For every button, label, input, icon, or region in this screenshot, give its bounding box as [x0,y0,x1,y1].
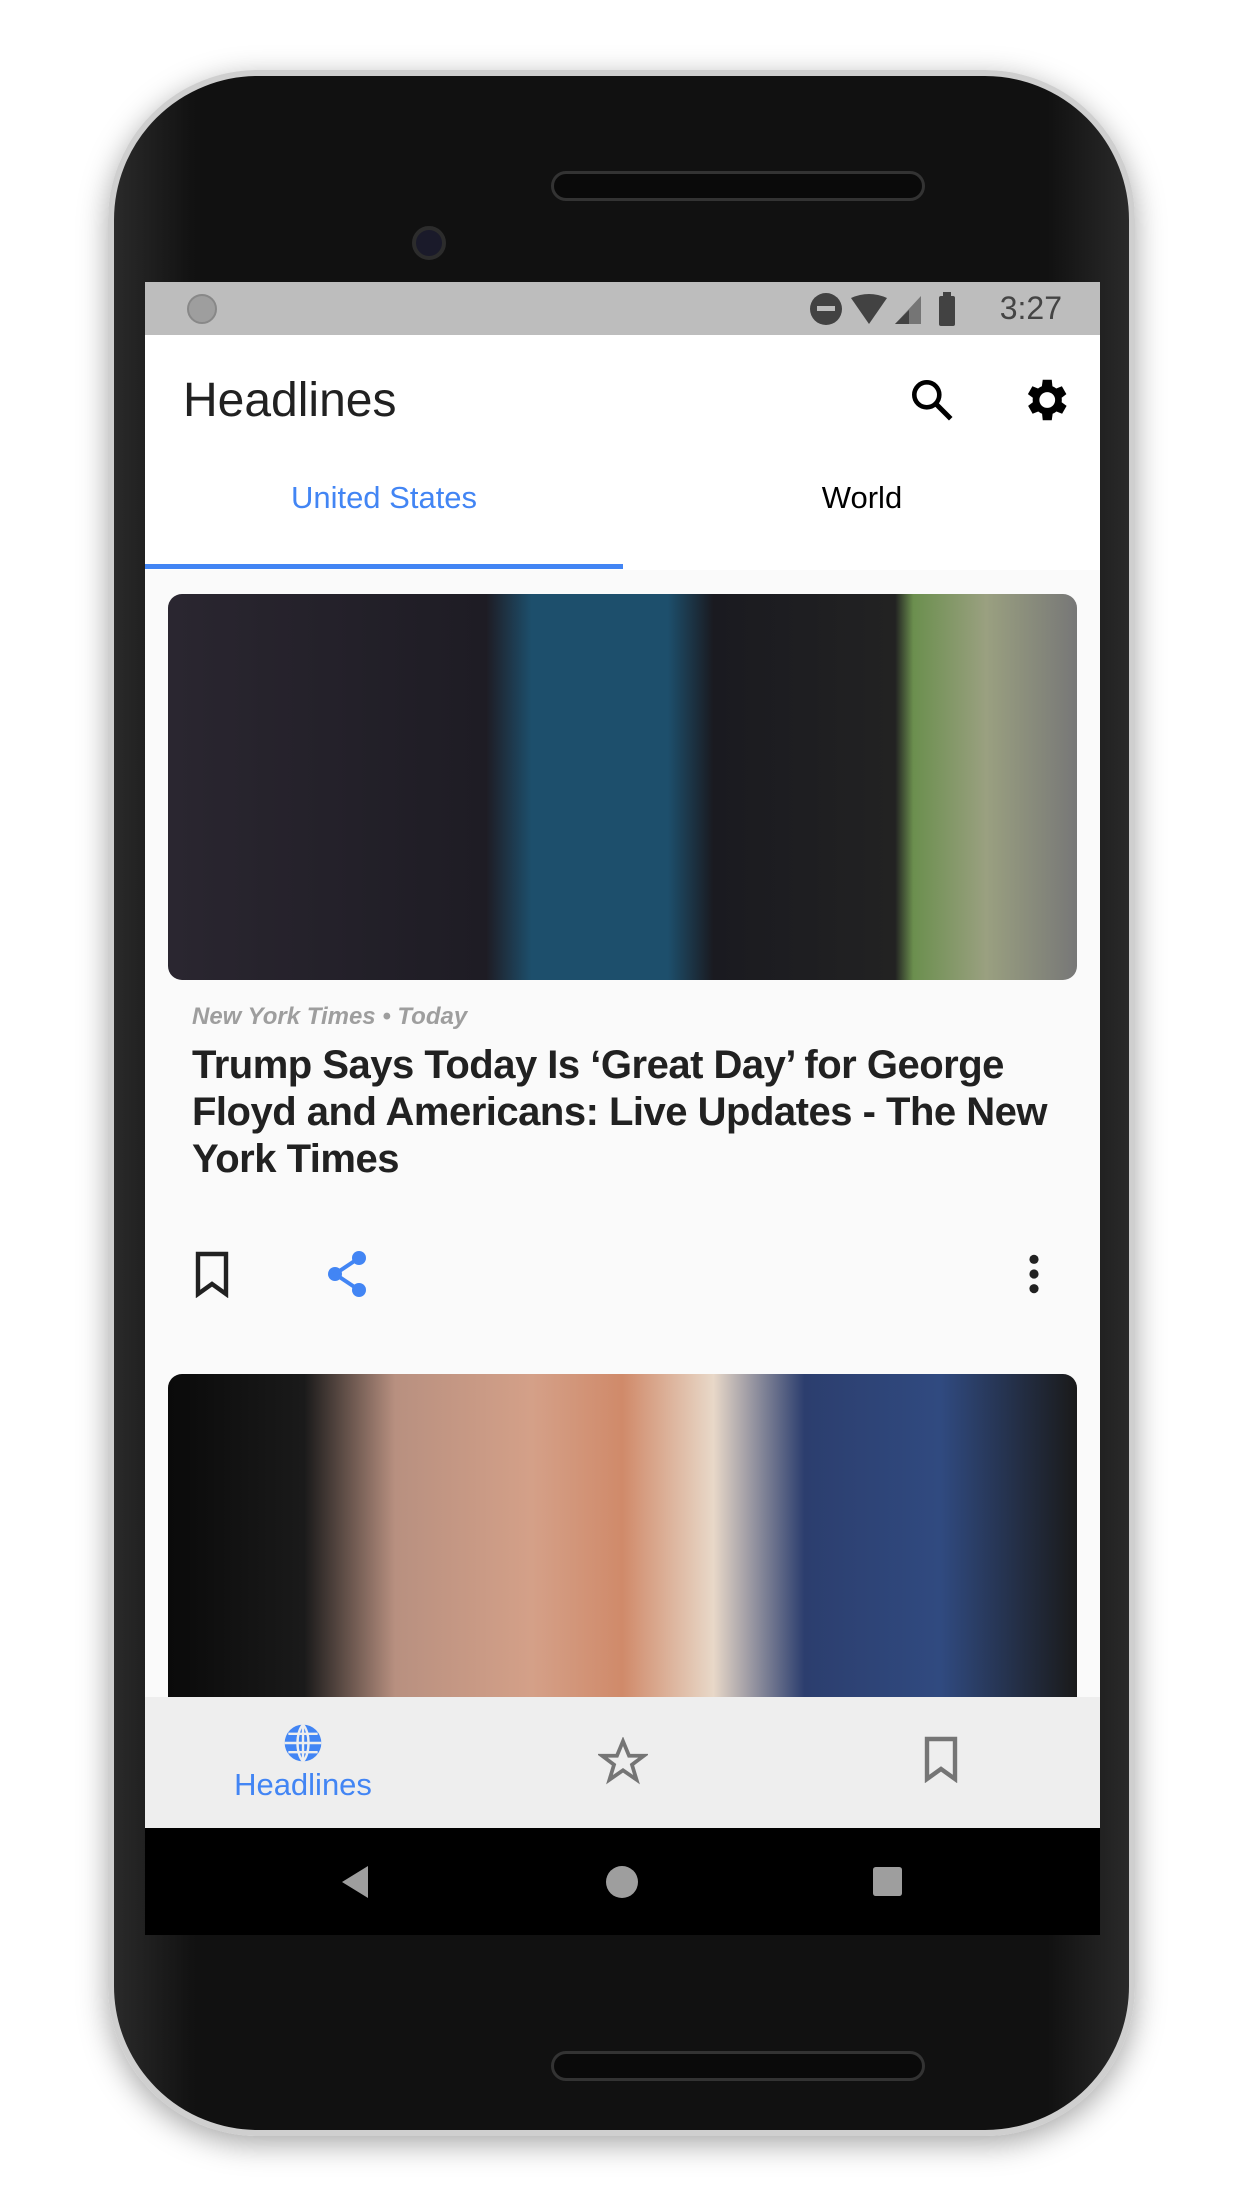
tab-world[interactable]: World [623,480,1100,516]
bookmark-icon[interactable] [921,1735,961,1783]
more-options-icon[interactable] [1023,1252,1045,1296]
settings-gear-icon[interactable] [1018,373,1072,427]
tab-united-states[interactable]: United States [145,480,623,516]
top-speaker [551,171,925,201]
nav-label-headlines: Headlines [234,1767,372,1802]
bottom-speaker [551,2051,925,2081]
status-icons [810,292,955,326]
active-tab-indicator [145,564,623,569]
notification-icon [187,294,217,324]
article-source-date: New York Times • Today [192,1003,468,1030]
screen: 3:27 Headlines United States World New Y… [145,282,1100,1935]
article-image[interactable] [168,1374,1077,1714]
globe-icon [284,1723,322,1763]
home-icon[interactable] [606,1866,638,1898]
article-image[interactable] [168,594,1077,980]
article-title[interactable]: Trump Says Today Is ‘Great Day’ for Geor… [192,1042,1062,1183]
page-title: Headlines [183,374,397,427]
front-camera [412,226,446,260]
app-bar: Headlines United States World [145,335,1100,570]
bookmark-icon[interactable] [192,1250,232,1298]
bottom-navigation: Headlines [145,1697,1100,1828]
system-navigation-bar [145,1828,1100,1935]
share-icon[interactable] [325,1250,369,1298]
star-icon[interactable] [598,1737,648,1787]
back-icon[interactable] [340,1866,370,1898]
status-time: 3:27 [999,290,1062,326]
status-bar: 3:27 [145,282,1100,335]
recents-icon[interactable] [873,1867,902,1896]
search-icon[interactable] [907,375,957,425]
